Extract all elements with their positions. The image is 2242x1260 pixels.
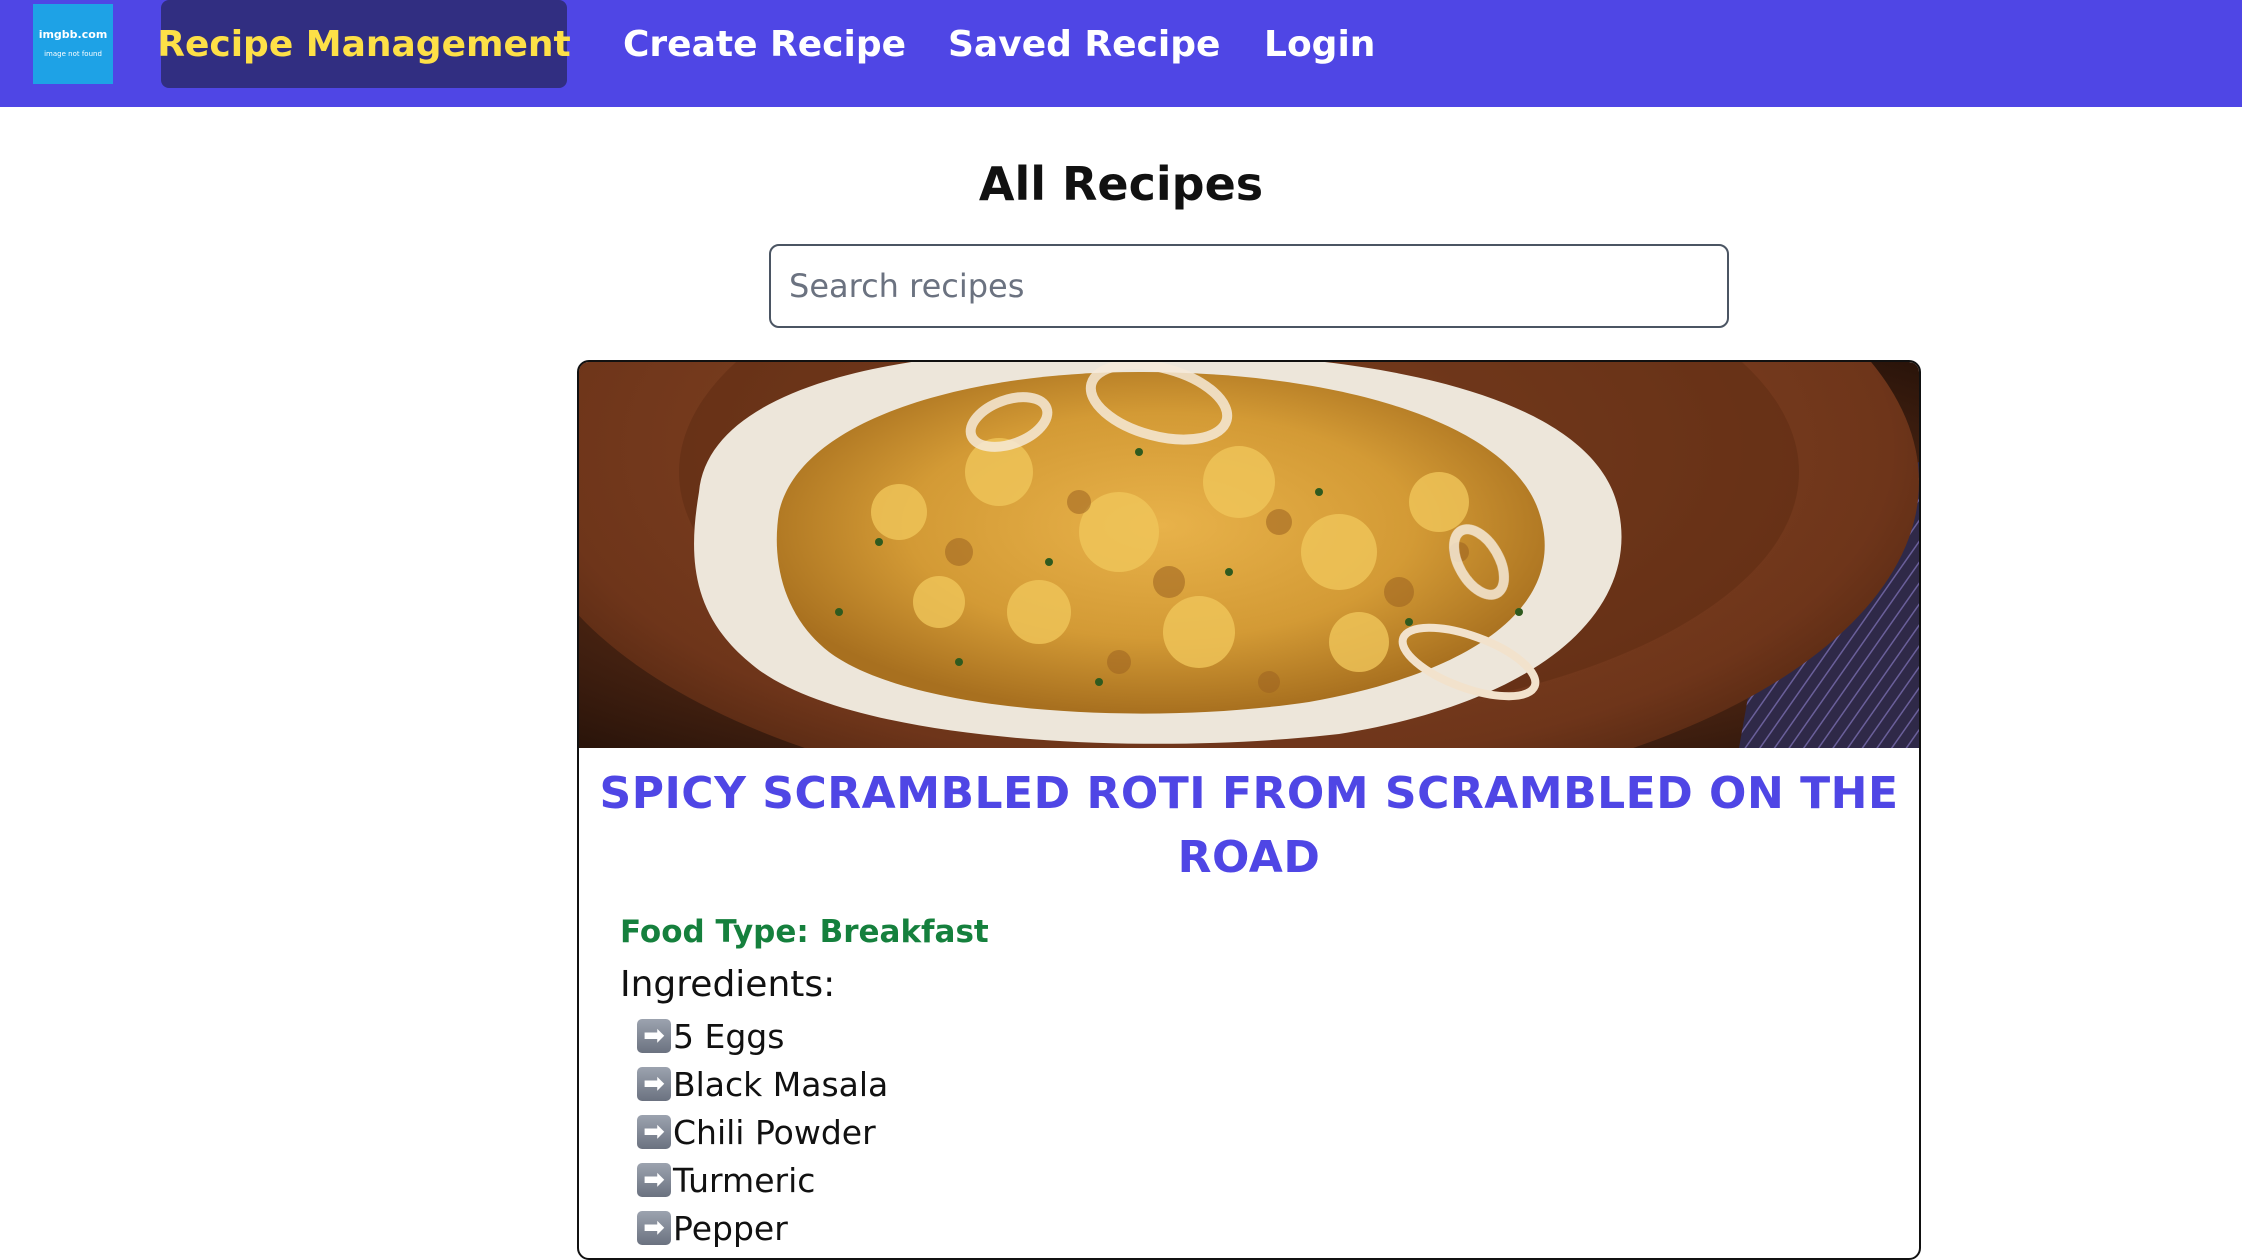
search-input[interactable] (769, 244, 1729, 328)
nav-link-saved-recipe[interactable]: Saved Recipe (948, 0, 1220, 88)
right-arrow-icon: ➡ (637, 1115, 671, 1149)
food-type: Food Type: Breakfast (620, 914, 989, 950)
page-title: All Recipes (978, 157, 1264, 211)
ingredient-item: ➡ Pepper (637, 1204, 888, 1252)
nav-link-login[interactable]: Login (1264, 0, 1375, 88)
nav-link-create-recipe[interactable]: Create Recipe (623, 0, 906, 88)
recipe-image (579, 362, 1919, 748)
ingredient-item: ➡ Black Masala (637, 1060, 888, 1108)
ingredients-label: Ingredients: (620, 964, 836, 1005)
ingredient-text: Turmeric (673, 1160, 816, 1200)
right-arrow-icon: ➡ (637, 1067, 671, 1101)
right-arrow-icon: ➡ (637, 1163, 671, 1197)
ingredient-item: ➡ Turmeric (637, 1156, 888, 1204)
ingredient-text: Black Masala (673, 1064, 889, 1104)
ingredient-item: ➡ 5 Eggs (637, 1012, 888, 1060)
nav-brand-link[interactable]: Recipe Management (157, 0, 571, 88)
recipe-card: SPICY SCRAMBLED ROTI FROM SCRAMBLED ON T… (577, 360, 1921, 1260)
ingredient-text: 5 Eggs (673, 1016, 785, 1056)
logo-message-text: image not found (44, 50, 102, 58)
recipe-title: SPICY SCRAMBLED ROTI FROM SCRAMBLED ON T… (599, 768, 1899, 883)
ingredient-list: ➡ 5 Eggs ➡ Black Masala ➡ Chili Powder ➡… (637, 1012, 888, 1252)
logo-image[interactable]: imgbb.com image not found (33, 4, 113, 84)
navbar: imgbb.com image not found Recipe Managem… (0, 0, 2242, 107)
logo-site-text: imgbb.com (38, 28, 108, 41)
ingredient-text: Chili Powder (673, 1112, 876, 1152)
right-arrow-icon: ➡ (637, 1019, 671, 1053)
ingredient-item: ➡ Chili Powder (637, 1108, 888, 1156)
right-arrow-icon: ➡ (637, 1211, 671, 1245)
